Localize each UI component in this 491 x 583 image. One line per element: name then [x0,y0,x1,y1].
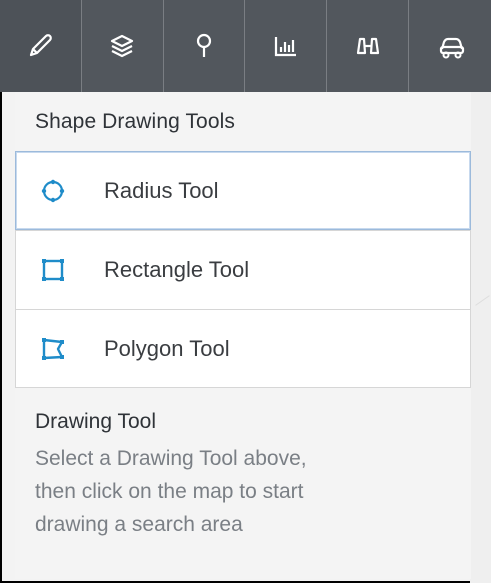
help-line-2: then click on the map to start [35,480,304,503]
help-text: Select a Drawing Tool above, then click … [35,442,451,541]
layers-icon [105,29,139,63]
radius-tool-option[interactable]: Radius Tool [15,151,471,230]
tab-vehicle[interactable] [409,0,491,92]
location-pin-icon [187,29,221,63]
radius-icon [40,178,66,204]
help-section: Drawing Tool Select a Drawing Tool above… [15,388,471,541]
tab-location[interactable] [164,0,246,92]
radius-tool-label: Radius Tool [104,177,219,203]
polygon-tool-label: Polygon Tool [104,335,230,361]
binoculars-icon [351,29,385,63]
top-toolbar [0,0,491,92]
car-icon [435,29,469,63]
rectangle-icon [40,257,66,283]
tab-layers[interactable] [82,0,164,92]
pencil-icon [23,29,57,63]
help-line-3: drawing a search area [35,513,243,536]
tab-draw[interactable] [0,0,82,92]
help-line-1: Select a Drawing Tool above, [35,447,307,470]
rectangle-tool-label: Rectangle Tool [104,257,250,282]
bar-chart-icon [269,29,303,63]
help-title: Drawing Tool [35,410,157,433]
polygon-icon [40,336,66,362]
panel-title: Shape Drawing Tools [35,109,235,133]
rectangle-tool-option[interactable]: Rectangle Tool [15,230,471,309]
polygon-tool-option[interactable]: Polygon Tool [15,309,471,388]
drawing-tools-panel: Shape Drawing Tools Radius Tool Rectangl… [15,92,471,579]
tab-stats[interactable] [245,0,328,92]
tab-search[interactable] [327,0,410,92]
